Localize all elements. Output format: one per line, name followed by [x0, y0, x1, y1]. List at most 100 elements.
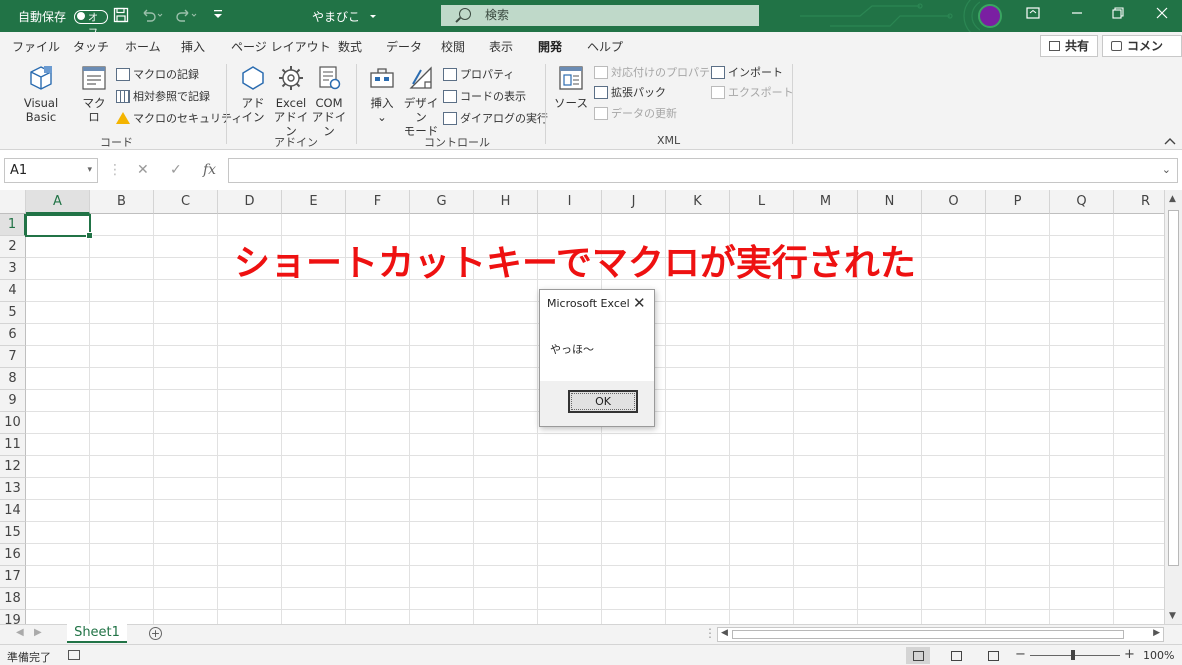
- tab-review[interactable]: 校閲: [441, 38, 465, 55]
- column-header-d[interactable]: D: [218, 190, 282, 214]
- column-header-g[interactable]: G: [410, 190, 474, 214]
- excel-addins-button[interactable]: Excel アドイン: [272, 64, 310, 138]
- zoom-out-button[interactable]: −: [1015, 647, 1026, 662]
- active-cell-a1[interactable]: [25, 214, 93, 239]
- column-header-h[interactable]: H: [474, 190, 538, 214]
- scroll-left-icon[interactable]: ◀: [721, 628, 728, 638]
- row-header-1[interactable]: 1: [0, 214, 26, 236]
- search-box[interactable]: 検索: [441, 5, 759, 26]
- row-header-17[interactable]: 17: [0, 566, 26, 588]
- design-mode-button[interactable]: デザイン モード: [401, 64, 441, 138]
- enter-icon[interactable]: ✓: [170, 162, 182, 178]
- tab-developer[interactable]: 開発: [538, 38, 563, 61]
- export-button[interactable]: エクスポート: [711, 83, 794, 101]
- close-icon[interactable]: [1156, 7, 1168, 23]
- scroll-down-icon[interactable]: ▼: [1169, 611, 1176, 621]
- ok-button[interactable]: OK: [568, 390, 638, 413]
- zoom-in-button[interactable]: +: [1124, 647, 1135, 662]
- cancel-icon[interactable]: ✕: [137, 162, 149, 178]
- map-properties-button[interactable]: 対応付けのプロパティ: [594, 63, 720, 81]
- tab-touch[interactable]: タッチ: [73, 38, 109, 55]
- column-header-a[interactable]: A: [26, 190, 90, 214]
- column-header-e[interactable]: E: [282, 190, 346, 214]
- column-header-i[interactable]: I: [538, 190, 602, 214]
- tab-insert[interactable]: 挿入: [181, 38, 205, 55]
- sheet-tab-sheet1[interactable]: Sheet1: [67, 624, 127, 643]
- row-header-18[interactable]: 18: [0, 588, 26, 610]
- horizontal-scroll-thumb[interactable]: [732, 630, 1124, 639]
- column-header-j[interactable]: J: [602, 190, 666, 214]
- import-button[interactable]: インポート: [711, 63, 783, 81]
- page-layout-view-button[interactable]: [944, 647, 968, 664]
- tab-page-layout[interactable]: ページ レイアウト: [231, 38, 331, 55]
- comments-button[interactable]: コメント: [1102, 35, 1182, 73]
- formula-input[interactable]: ⌄: [228, 158, 1178, 183]
- zoom-level[interactable]: 100%: [1143, 649, 1174, 662]
- relative-reference-button[interactable]: 相対参照で記録: [116, 87, 210, 105]
- record-macro-button[interactable]: マクロの記録: [116, 65, 199, 83]
- customize-qat-icon[interactable]: [212, 7, 224, 25]
- next-sheet-icon[interactable]: ▶: [34, 627, 42, 638]
- minimize-icon[interactable]: [1071, 7, 1083, 23]
- zoom-slider[interactable]: [1030, 655, 1120, 656]
- vertical-scrollbar[interactable]: ▲ ▼: [1164, 190, 1182, 624]
- add-sheet-icon[interactable]: +: [149, 627, 162, 640]
- row-header-4[interactable]: 4: [0, 280, 26, 302]
- insert-function-icon[interactable]: fx: [203, 162, 216, 178]
- row-header-5[interactable]: 5: [0, 302, 26, 324]
- com-addins-button[interactable]: COM アドイン: [310, 64, 348, 138]
- tab-formulas[interactable]: 数式: [338, 38, 362, 55]
- horizontal-scrollbar[interactable]: ◀ ▶: [717, 627, 1164, 642]
- tab-file[interactable]: ファイル: [12, 38, 60, 55]
- name-box[interactable]: A1 ▾: [4, 158, 98, 183]
- column-header-c[interactable]: C: [154, 190, 218, 214]
- redo-icon[interactable]: [174, 7, 198, 27]
- macros-button[interactable]: マクロ: [78, 64, 110, 124]
- row-header-15[interactable]: 15: [0, 522, 26, 544]
- row-header-6[interactable]: 6: [0, 324, 26, 346]
- addins-button[interactable]: アド イン: [237, 64, 269, 124]
- select-all-corner[interactable]: [0, 190, 26, 214]
- row-header-19[interactable]: 19: [0, 610, 26, 624]
- scroll-up-icon[interactable]: ▲: [1169, 194, 1176, 204]
- scroll-right-icon[interactable]: ▶: [1153, 628, 1160, 638]
- xml-source-button[interactable]: ソース: [554, 64, 588, 110]
- row-header-10[interactable]: 10: [0, 412, 26, 434]
- view-code-button[interactable]: コードの表示: [443, 87, 526, 105]
- tab-splitter-icon[interactable]: ⋮: [704, 626, 716, 640]
- column-header-n[interactable]: N: [858, 190, 922, 214]
- row-header-14[interactable]: 14: [0, 500, 26, 522]
- run-dialog-button[interactable]: ダイアログの実行: [443, 109, 548, 127]
- autosave-toggle[interactable]: オフ: [74, 9, 109, 39]
- row-header-9[interactable]: 9: [0, 390, 26, 412]
- tab-home[interactable]: ホーム: [125, 38, 161, 55]
- row-header-13[interactable]: 13: [0, 478, 26, 500]
- expand-formula-bar-icon[interactable]: ⌄: [1162, 163, 1171, 176]
- share-button[interactable]: 共有: [1040, 35, 1099, 57]
- normal-view-button[interactable]: [906, 647, 930, 664]
- save-icon[interactable]: [113, 7, 129, 27]
- column-header-f[interactable]: F: [346, 190, 410, 214]
- document-title[interactable]: やまびこ: [312, 8, 378, 25]
- insert-control-button[interactable]: 挿入 ⌄: [366, 64, 398, 124]
- collapse-ribbon-icon[interactable]: [1164, 134, 1176, 148]
- column-header-r[interactable]: R: [1114, 190, 1164, 214]
- column-header-m[interactable]: M: [794, 190, 858, 214]
- page-break-view-button[interactable]: [981, 647, 1005, 664]
- prev-sheet-icon[interactable]: ◀: [16, 627, 24, 638]
- row-header-2[interactable]: 2: [0, 236, 26, 258]
- column-header-p[interactable]: P: [986, 190, 1050, 214]
- account-avatar[interactable]: [978, 4, 1002, 28]
- row-header-7[interactable]: 7: [0, 346, 26, 368]
- macro-security-button[interactable]: マクロのセキュリティ: [116, 109, 242, 127]
- row-header-16[interactable]: 16: [0, 544, 26, 566]
- row-header-11[interactable]: 11: [0, 434, 26, 456]
- vertical-scroll-thumb[interactable]: [1168, 210, 1179, 566]
- row-header-8[interactable]: 8: [0, 368, 26, 390]
- tab-help[interactable]: ヘルプ: [587, 38, 623, 55]
- tab-data[interactable]: データ: [386, 38, 422, 55]
- visual-basic-button[interactable]: Visual Basic: [8, 64, 74, 124]
- tab-view[interactable]: 表示: [489, 38, 513, 55]
- column-header-o[interactable]: O: [922, 190, 986, 214]
- column-header-l[interactable]: L: [730, 190, 794, 214]
